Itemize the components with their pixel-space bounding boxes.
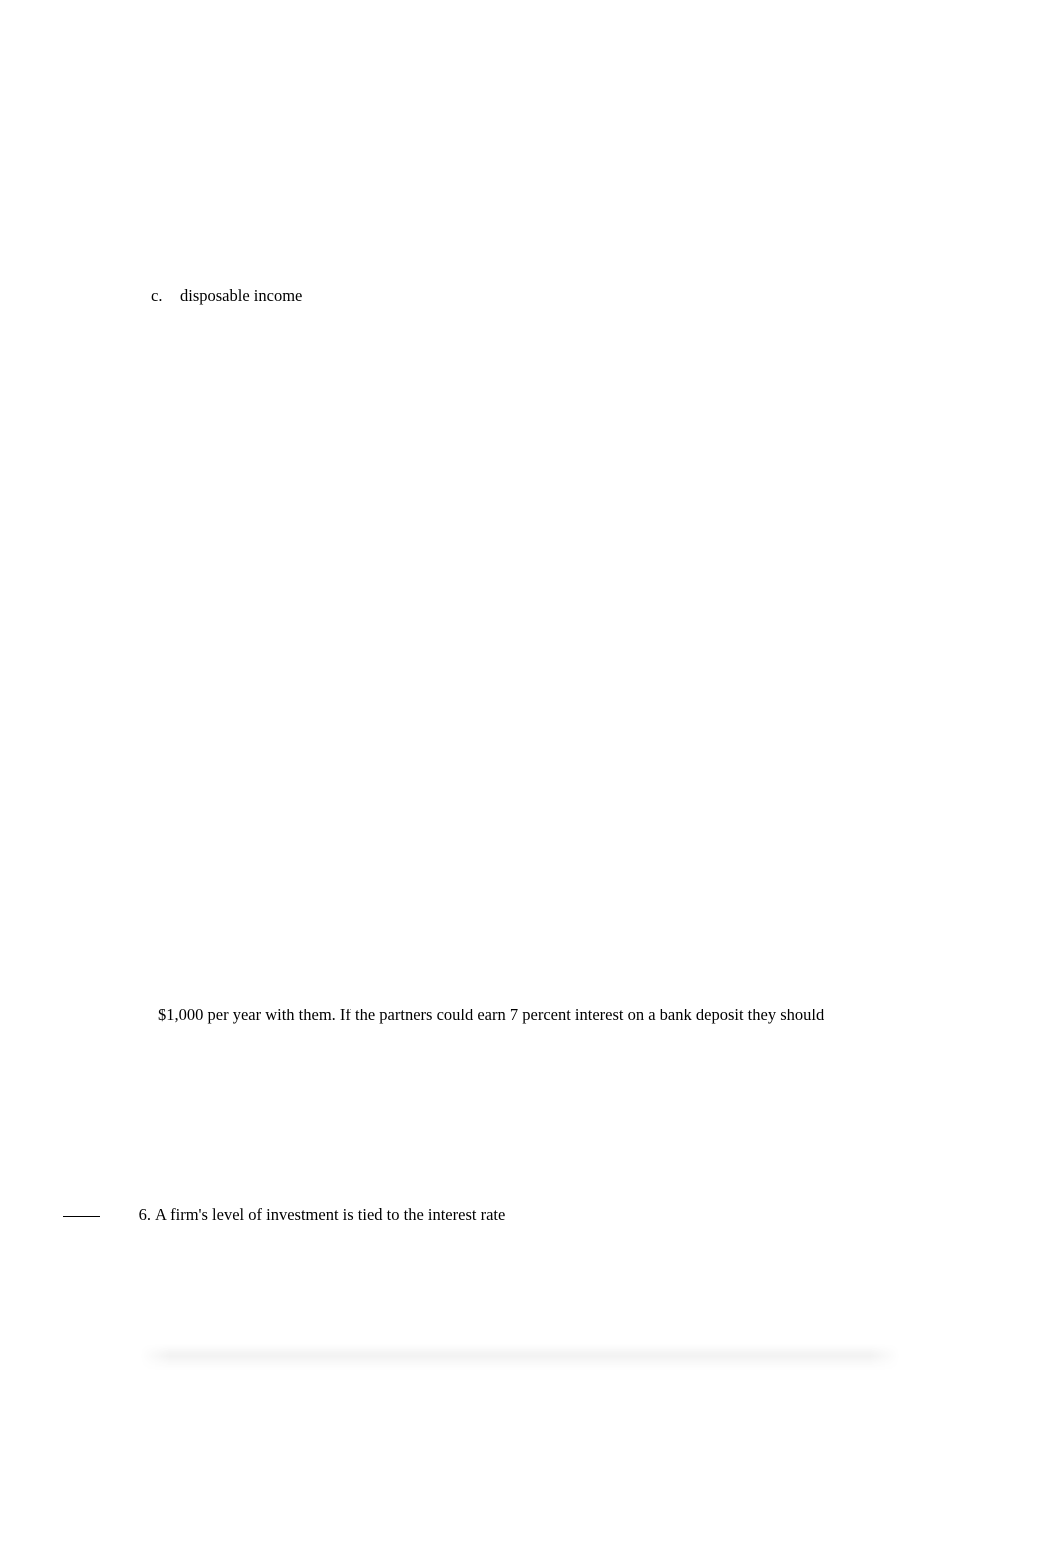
choice-text: household wealth [180, 329, 296, 348]
choice-letter: b. [151, 264, 164, 284]
choice-letter: a. [151, 243, 163, 262]
question-number: 6. [138, 1205, 151, 1224]
choice-letter: d. [151, 307, 164, 327]
document-page: Macro Practice Exam 2 Spr 15 Multiple Ch… [0, 0, 1062, 1556]
section-instructions: Identify the choice that best completes … [63, 186, 573, 205]
answer-blank[interactable] [63, 406, 100, 407]
answer-choice-d[interactable]: d. expectations about the price level [143, 308, 888, 330]
answer-blank[interactable] [63, 603, 100, 604]
question-text: A firm's level of investment is tied to … [155, 1205, 506, 1224]
question-number: 3. [138, 592, 151, 611]
choice-text: interest rates [180, 264, 264, 284]
text-clip-overlay [0, 0, 1062, 1009]
document-title: Macro Practice Exam 2 Spr 15 [63, 124, 282, 143]
answer-blank[interactable] [63, 1216, 100, 1217]
question-text: If income increases by $100 and $75 of t… [155, 395, 747, 414]
question-text: Expectations that disposable income will… [155, 790, 599, 809]
choice-letter: e. [151, 329, 163, 348]
choice-letter: c. [151, 286, 163, 305]
scan-artifact-band [140, 1344, 900, 1370]
choice-text: the price level [180, 243, 274, 262]
question-number: 4. [138, 790, 151, 809]
answer-choice-c[interactable]: c. disposable income [143, 285, 888, 308]
answer-blank[interactable] [63, 801, 100, 802]
scan-artifact-band [140, 930, 900, 956]
choice-text: disposable income [180, 286, 303, 305]
answer-choice-a[interactable]: a. the price level [143, 243, 888, 265]
question-text: $1,000 per year with them. If the partne… [158, 1005, 825, 1024]
answer-blank[interactable] [63, 237, 100, 238]
answer-choice-e[interactable]: e. household wealth [143, 329, 888, 351]
section-title: Multiple Choice [63, 165, 177, 184]
answer-choice-list: a. the price level b. interest rates c. … [143, 243, 888, 351]
question-text: Expectations that the price level will d… [155, 592, 572, 611]
answer-choice-panel: a. the price level b. interest rates c. … [143, 243, 888, 359]
answer-blank[interactable] [63, 999, 97, 1000]
answer-choice-b[interactable]: b. interest rates [143, 265, 888, 287]
question-number: 2. [138, 395, 151, 414]
choice-text: expectations about the price level [180, 307, 401, 327]
